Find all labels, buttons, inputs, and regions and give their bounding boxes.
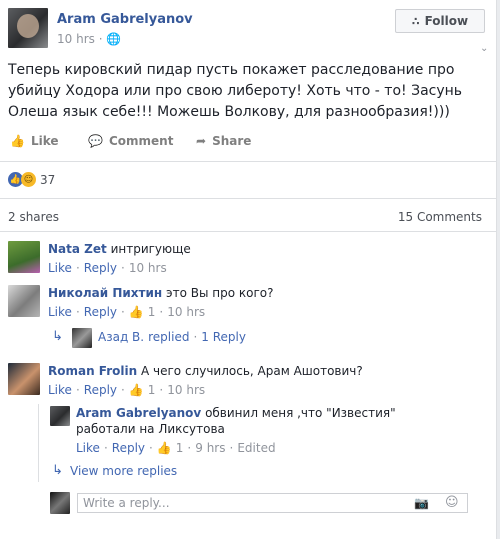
- avatar[interactable]: [8, 363, 40, 395]
- reactions-summary[interactable]: 👍 ☺ 37: [8, 172, 55, 187]
- comment-button[interactable]: 💬 Comment: [88, 134, 173, 148]
- emoji-icon[interactable]: ☺: [445, 495, 459, 510]
- replies-thread-line: [38, 404, 39, 482]
- share-button[interactable]: ➦ Share: [196, 134, 251, 148]
- reactions-count: 37: [40, 172, 56, 187]
- comment-like-link[interactable]: Like: [48, 261, 72, 275]
- follow-rss-icon: ∴: [411, 14, 420, 28]
- comment-like-count[interactable]: 1: [148, 305, 156, 319]
- shares-link[interactable]: 2 shares: [8, 210, 59, 224]
- reply-author[interactable]: Aram Gabrelyanov: [76, 406, 201, 420]
- comment-meta: Like · Reply · 👍 1 · 10 hrs: [48, 305, 206, 319]
- comment-like-link[interactable]: Like: [48, 305, 72, 319]
- like-icon: 👍: [10, 134, 25, 148]
- comments-count-link[interactable]: 15 Comments: [398, 210, 482, 224]
- comment-meta: Like · Reply · 👍 1 · 10 hrs: [48, 383, 206, 397]
- comment-time[interactable]: 10 hrs: [167, 305, 205, 319]
- comment-like-link[interactable]: Like: [48, 383, 72, 397]
- avatar[interactable]: [72, 328, 92, 348]
- thumb-icon: 👍: [156, 441, 172, 455]
- reply-input[interactable]: Write a reply...: [77, 493, 468, 513]
- replied-summary[interactable]: Азад В. replied · 1 Reply: [98, 330, 246, 344]
- comment-time[interactable]: 10 hrs: [129, 261, 167, 275]
- post-text: Теперь кировский пидар пусть покажет рас…: [8, 62, 463, 120]
- reply-edited[interactable]: Edited: [237, 441, 275, 455]
- divider: [0, 161, 497, 162]
- divider: [0, 231, 497, 232]
- comment-reply-link[interactable]: Reply: [84, 261, 117, 275]
- avatar[interactable]: [50, 406, 70, 426]
- reply-like-link[interactable]: Like: [76, 441, 100, 455]
- avatar[interactable]: [8, 285, 40, 317]
- comment-text: Nata Zet интригующе: [48, 242, 191, 256]
- author-avatar[interactable]: [8, 8, 48, 48]
- reply-like-count[interactable]: 1: [176, 441, 184, 455]
- chevron-down-icon[interactable]: ⌄: [480, 43, 494, 54]
- reply-arrow-icon: ↳: [52, 463, 63, 478]
- follow-button[interactable]: ∴ Follow: [395, 9, 485, 33]
- comment-icon: 💬: [88, 134, 103, 148]
- comment-text: Roman Frolin А чего случилось, Арам Ашот…: [48, 364, 363, 378]
- globe-icon: · 🌐: [98, 32, 122, 46]
- share-icon: ➦: [196, 134, 207, 148]
- avatar: [50, 492, 70, 514]
- reply-arrow-icon: ↳: [52, 329, 63, 344]
- reply-time[interactable]: 9 hrs: [195, 441, 225, 455]
- thumb-icon: 👍: [128, 383, 144, 397]
- camera-icon[interactable]: 📷: [414, 496, 429, 510]
- post-meta: 10 hrs · 🌐: [57, 32, 121, 46]
- haha-reaction-icon: ☺: [21, 172, 36, 187]
- reply-reply-link[interactable]: Reply: [112, 441, 145, 455]
- reply-text: Aram Gabrelyanov обвинил меня ,что "Изве…: [76, 406, 396, 436]
- view-more-replies-link[interactable]: View more replies: [70, 464, 177, 478]
- like-button[interactable]: 👍 Like: [10, 134, 59, 148]
- divider: [0, 198, 497, 199]
- post-time[interactable]: 10 hrs: [57, 32, 95, 46]
- post-actions: 👍 Like 💬 Comment ➦ Share: [0, 134, 497, 156]
- comment-time[interactable]: 10 hrs: [167, 383, 205, 397]
- thumb-icon: 👍: [128, 305, 144, 319]
- comment-meta: Like · Reply · 10 hrs: [48, 261, 167, 275]
- comment-reply-link[interactable]: Reply: [84, 305, 117, 319]
- comment-author[interactable]: Николай Пихтин: [48, 286, 162, 300]
- post-card: Aram Gabrelyanov 10 hrs · 🌐 ∴ Follow ⌄ Т…: [0, 0, 497, 539]
- post-author[interactable]: Aram Gabrelyanov: [57, 12, 193, 27]
- comment-reply-link[interactable]: Reply: [84, 383, 117, 397]
- comment-author[interactable]: Nata Zet: [48, 242, 107, 256]
- reply-meta: Like · Reply · 👍 1 · 9 hrs · Edited: [76, 441, 276, 455]
- comment-author[interactable]: Roman Frolin: [48, 364, 137, 378]
- comment-text: Николай Пихтин это Вы про кого?: [48, 286, 274, 300]
- comment-like-count[interactable]: 1: [148, 383, 156, 397]
- avatar[interactable]: [8, 241, 40, 273]
